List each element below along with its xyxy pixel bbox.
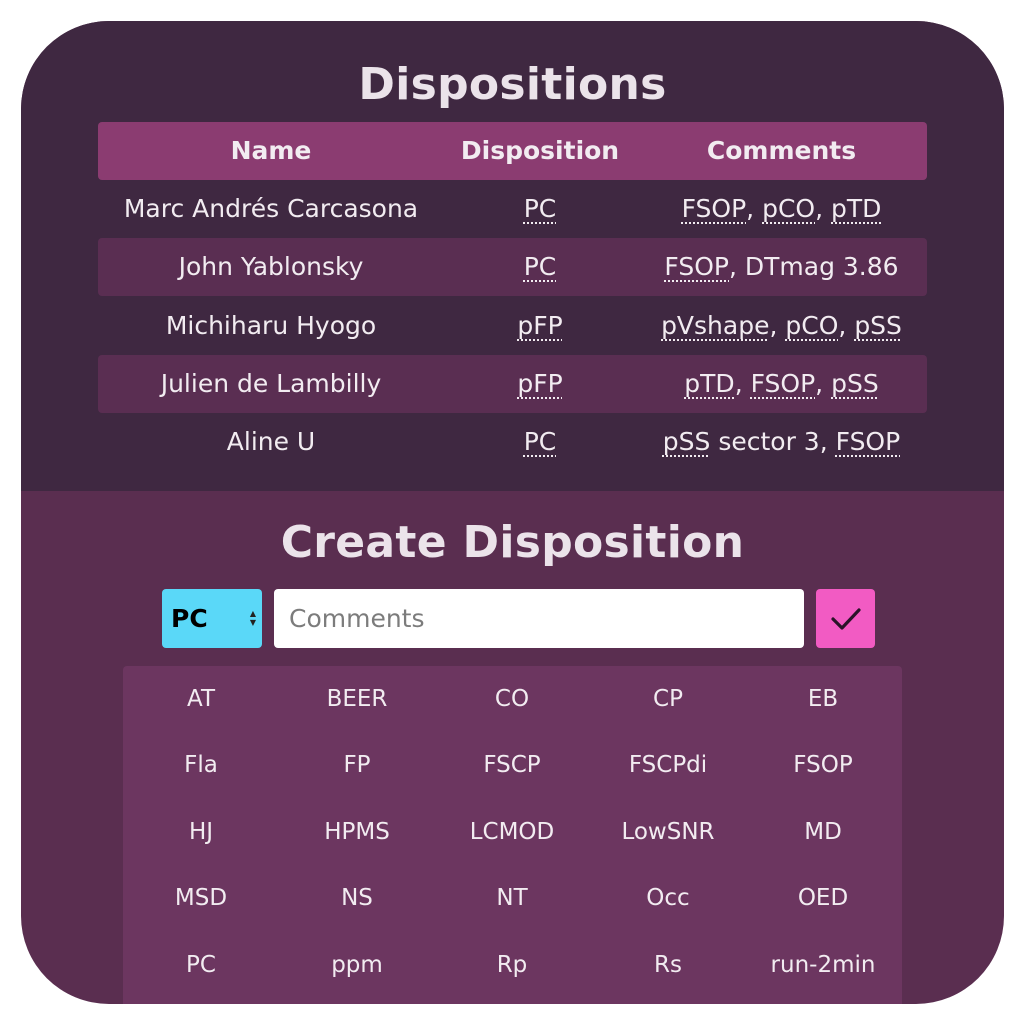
tag-button[interactable]: BEER [279,666,435,732]
table-row: Marc Andrés Carcasona PC FSOP, pCO, pTD [98,180,927,238]
tag-button[interactable]: EB [745,666,901,732]
dispositions-section: Dispositions Name Disposition Comments M… [21,21,1004,491]
row-disposition: pFP [517,369,563,398]
disposition-tag-panel: AT BEER CO CP EB Fla FP FSCP FSCPdi FSOP HJ HPMS LCM… [123,666,902,1004]
row-comments: pSS sector 3, FSOP [636,413,927,471]
create-disposition-title: Create Disposition [280,517,745,568]
row-disposition-cell: PC [444,413,636,471]
tag-button[interactable]: Fla [123,732,279,798]
comment-text: , [734,369,751,398]
disposition-select[interactable]: PC ▲ ▼ [162,589,262,648]
comment-text: , [815,194,831,223]
row-comments: FSOP, pCO, pTD [636,180,927,238]
column-header-comments: Comments [706,136,857,165]
comment-text: , DTmag 3.86 [729,252,899,281]
tag-button[interactable]: NT [434,865,590,931]
tag-button[interactable]: FP [279,732,435,798]
row-name: Julien de Lambilly [160,369,382,398]
row-name: John Yablonsky [178,252,364,281]
comments-input[interactable] [274,589,804,648]
tag-button[interactable]: HJ [123,799,279,865]
comment-text: , [746,194,763,223]
comment-abbreviation: FSOP [835,427,901,456]
comment-text: sector 3, [710,427,836,456]
comment-abbreviation: pSS [662,427,711,456]
table-row: John Yablonsky PC FSOP, DTmag 3.86 [98,238,927,296]
comment-abbreviation: pSS [854,311,902,340]
tag-button[interactable]: FSCPdi [590,732,746,798]
row-comments: pTD, FSOP, pSS [636,355,927,413]
row-name: Michiharu Hyogo [165,311,377,340]
row-disposition: PC [523,194,557,223]
comment-abbreviation: pSS [831,369,879,398]
tag-button[interactable]: run-2min [745,932,901,998]
row-comments: FSOP, DTmag 3.86 [636,238,927,296]
tag-button[interactable]: MD [745,799,901,865]
submit-button[interactable] [816,589,875,648]
column-header-disposition: Disposition [460,136,620,165]
comment-abbreviation: pCO [785,311,839,340]
table-row: Julien de Lambilly pFP pTD, FSOP, pSS [98,355,927,413]
tag-button[interactable]: PC [123,932,279,998]
row-name: Aline U [226,427,316,456]
tag-button[interactable]: FSCP [434,732,590,798]
row-name: Marc Andrés Carcasona [123,194,419,223]
row-disposition: PC [523,252,557,281]
comment-abbreviation: pVshape [661,311,770,340]
row-disposition: pFP [517,311,563,340]
disposition-select-value: PC [171,604,208,633]
tag-button[interactable]: LowSNR [590,799,746,865]
tag-button[interactable]: FSOP [745,732,901,798]
row-disposition-cell: PC [444,180,636,238]
comment-text: , [815,369,832,398]
table-row: Aline U PC pSS sector 3, FSOP [98,413,927,471]
comment-text: , [838,311,855,340]
table-header: Name Disposition Comments [98,122,927,180]
comment-abbreviation: FSOP [681,194,747,223]
tag-button[interactable]: HPMS [279,799,435,865]
row-disposition-cell: PC [444,238,636,296]
tag-button[interactable]: Occ [590,865,746,931]
comment-abbreviation: FSOP [664,252,729,281]
column-header-name: Name [230,136,312,165]
comment-abbreviation: pCO [762,194,816,223]
tag-button[interactable]: CP [590,666,746,732]
row-disposition-cell: pFP [444,355,636,413]
tag-button[interactable]: CO [434,666,590,732]
comment-abbreviation: pTD [684,369,735,398]
tag-button[interactable]: LCMOD [434,799,590,865]
tag-button[interactable]: OED [745,865,901,931]
tag-button[interactable]: NS [279,865,435,931]
tag-button[interactable]: Rs [590,932,746,998]
tag-button[interactable]: Rp [434,932,590,998]
comment-abbreviation: pTD [831,194,882,223]
tag-button[interactable]: ppm [279,932,435,998]
dispositions-card: Dispositions Name Disposition Comments M… [21,21,1004,1004]
row-disposition: PC [523,427,557,456]
comment-text: , [769,311,786,340]
check-icon [831,608,861,630]
select-arrows-icon: ▲ ▼ [249,609,257,627]
tag-button[interactable]: MSD [123,865,279,931]
comment-abbreviation: FSOP [750,369,816,398]
tag-button[interactable]: AT [123,666,279,732]
row-comments: pVshape, pCO, pSS [636,297,927,355]
table-row: Michiharu Hyogo pFP pVshape, pCO, pSS [98,297,927,355]
row-disposition-cell: pFP [444,297,636,355]
dispositions-title: Dispositions [358,59,667,110]
